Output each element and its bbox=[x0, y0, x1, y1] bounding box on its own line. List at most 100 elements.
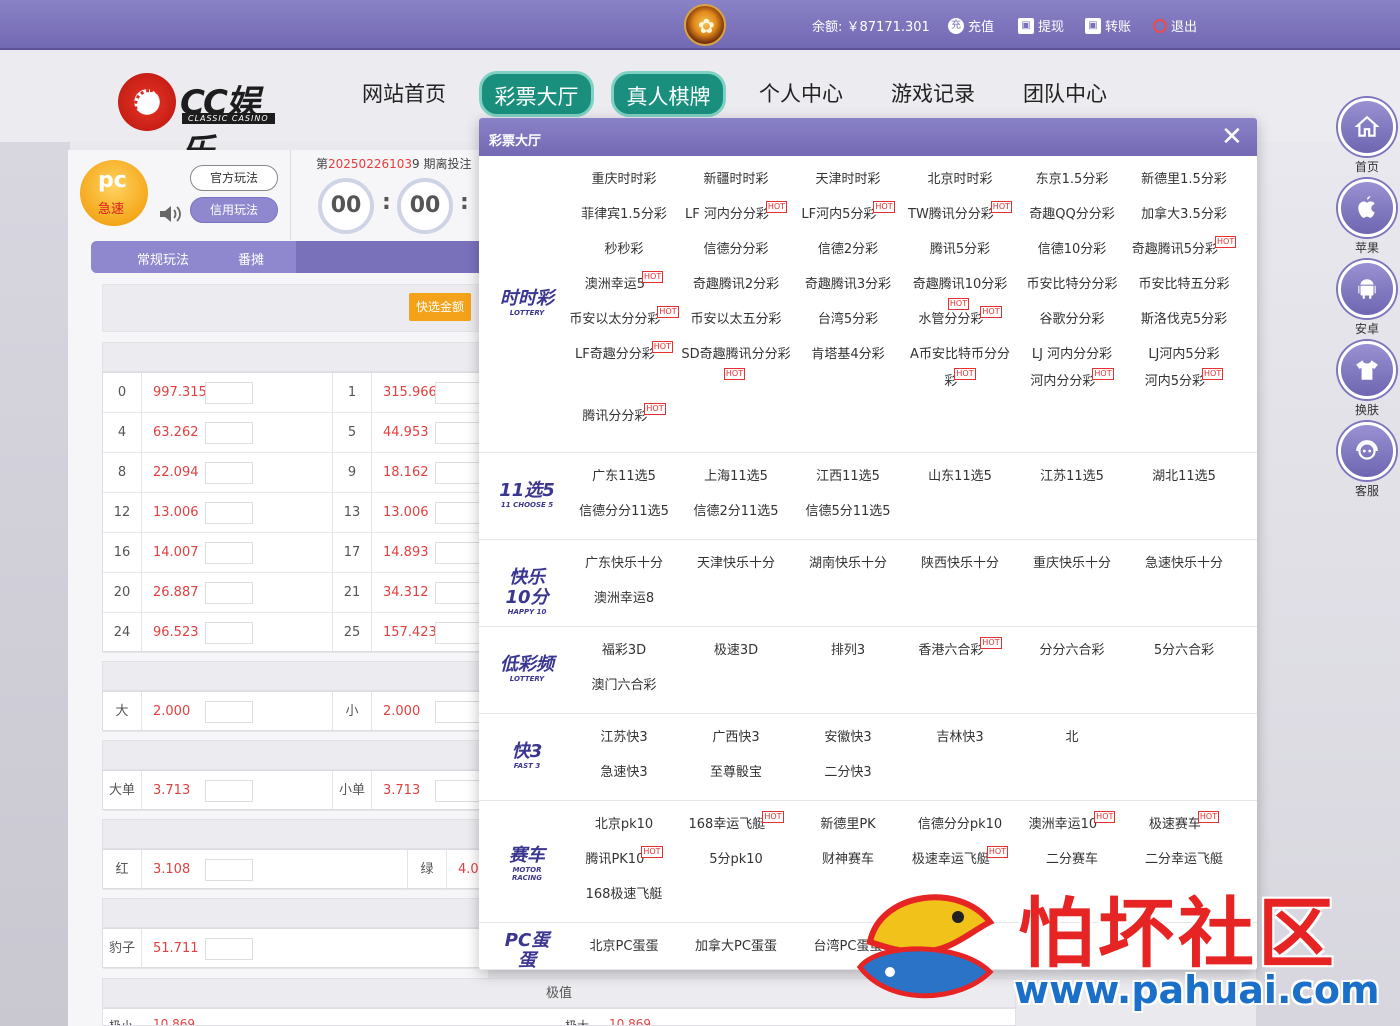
game-link[interactable]: 湖南快乐十分 bbox=[792, 550, 904, 577]
game-link[interactable]: 广东快乐十分 bbox=[568, 550, 680, 577]
recharge-link[interactable]: 充充值 bbox=[948, 16, 994, 35]
game-link[interactable]: 信德分分彩 bbox=[680, 236, 792, 263]
game-link[interactable]: 奇趣腾讯5分彩HOT bbox=[1128, 236, 1240, 263]
game-link[interactable]: 澳门六合彩 bbox=[568, 672, 680, 699]
nav-live[interactable]: 真人棋牌 bbox=[611, 71, 726, 117]
nav-profile[interactable]: 个人中心 bbox=[755, 71, 847, 117]
game-link[interactable]: 水管分分彩HOT bbox=[904, 306, 1016, 333]
game-link[interactable]: 东京1.5分彩 bbox=[1016, 166, 1128, 193]
bet-amount-input[interactable] bbox=[205, 542, 253, 564]
game-link[interactable]: 福彩3D bbox=[568, 637, 680, 664]
game-link[interactable]: 腾讯分分彩HOT bbox=[568, 403, 680, 430]
game-link[interactable]: 安徽快3 bbox=[792, 724, 904, 751]
official-mode-button[interactable]: 官方玩法 bbox=[190, 165, 278, 191]
game-link[interactable]: 加拿大3.5分彩 bbox=[1128, 201, 1240, 228]
speaker-icon[interactable] bbox=[158, 204, 182, 224]
bet-amount-input[interactable] bbox=[435, 701, 483, 723]
game-link[interactable]: 香港六合彩HOT bbox=[904, 637, 1016, 664]
game-link[interactable]: 重庆时时彩 bbox=[568, 166, 680, 193]
quick-amount-button[interactable]: 快选金额 bbox=[409, 293, 471, 321]
game-link[interactable]: 澳洲幸运10HOT bbox=[1016, 811, 1128, 838]
game-link[interactable]: 北京PC蛋蛋 bbox=[568, 933, 680, 960]
game-link[interactable]: 排列3 bbox=[792, 637, 904, 664]
game-link[interactable]: 重庆快乐十分 bbox=[1016, 550, 1128, 577]
game-link[interactable]: 币安比特分分彩 bbox=[1016, 271, 1128, 298]
bet-amount-input[interactable] bbox=[435, 582, 483, 604]
game-link[interactable]: 菲律宾1.5分彩 bbox=[568, 201, 680, 228]
game-link[interactable]: 奇趣QQ分分彩 bbox=[1016, 201, 1128, 228]
game-link[interactable]: 信德2分11选5 bbox=[680, 498, 792, 525]
nav-records[interactable]: 游戏记录 bbox=[887, 71, 979, 117]
game-link[interactable]: 币安比特五分彩 bbox=[1128, 271, 1240, 298]
game-link[interactable]: 新德里1.5分彩 bbox=[1128, 166, 1240, 193]
game-link[interactable]: 5分pk10 bbox=[680, 846, 792, 873]
bet-amount-input[interactable] bbox=[205, 622, 253, 644]
game-link[interactable]: 天津时时彩 bbox=[792, 166, 904, 193]
game-link[interactable]: 奇趣腾讯2分彩 bbox=[680, 271, 792, 298]
game-link[interactable]: 北京时时彩 bbox=[904, 166, 1016, 193]
bet-amount-input[interactable] bbox=[205, 382, 253, 404]
game-link[interactable]: 分分六合彩 bbox=[1016, 637, 1128, 664]
side-skin-button[interactable] bbox=[1338, 341, 1396, 399]
game-link[interactable]: 信德分分11选5 bbox=[568, 498, 680, 525]
game-link[interactable]: 二分快3 bbox=[792, 759, 904, 786]
game-link[interactable]: 江西11选5 bbox=[792, 463, 904, 490]
site-logo[interactable]: CC娱乐 CLASSIC CASINO bbox=[118, 73, 288, 172]
game-link[interactable]: 江苏快3 bbox=[568, 724, 680, 751]
game-link[interactable]: 北京pk10 bbox=[568, 811, 680, 838]
bet-amount-input[interactable] bbox=[205, 938, 253, 960]
bet-amount-input[interactable] bbox=[205, 422, 253, 444]
tab-fantan[interactable]: 番摊 bbox=[238, 249, 264, 268]
bet-amount-input[interactable] bbox=[435, 422, 483, 444]
game-link[interactable]: LJ河内5分彩 bbox=[1128, 341, 1240, 368]
game-link[interactable]: 陕西快乐十分 bbox=[904, 550, 1016, 577]
game-link[interactable]: LJ 河内分分彩 bbox=[1016, 341, 1128, 368]
game-link[interactable]: 急速快乐十分 bbox=[1128, 550, 1240, 577]
game-link[interactable]: 币安以太五分彩 bbox=[680, 306, 792, 333]
game-link[interactable]: 极速赛车HOT bbox=[1128, 811, 1240, 838]
tab-regular[interactable]: 常规玩法 bbox=[137, 249, 189, 268]
game-link[interactable]: 至尊骰宝 bbox=[680, 759, 792, 786]
bet-amount-input[interactable] bbox=[435, 382, 483, 404]
credit-mode-button[interactable]: 信用玩法 bbox=[190, 197, 278, 223]
game-link[interactable]: 秒秒彩 bbox=[568, 236, 680, 263]
game-link[interactable]: 北 bbox=[1016, 724, 1128, 751]
game-link[interactable]: 广东11选5 bbox=[568, 463, 680, 490]
game-link[interactable]: 澳洲幸运8 bbox=[568, 585, 680, 612]
bet-amount-input[interactable] bbox=[205, 502, 253, 524]
logout-link[interactable]: 退出 bbox=[1153, 16, 1197, 35]
bet-amount-input[interactable] bbox=[435, 622, 483, 644]
game-link[interactable]: 澳洲幸运5HOT bbox=[568, 271, 680, 298]
game-link[interactable]: 加拿大PC蛋蛋 bbox=[680, 933, 792, 960]
bet-amount-input[interactable] bbox=[435, 462, 483, 484]
bet-amount-input[interactable] bbox=[205, 859, 253, 881]
game-link[interactable]: 天津快乐十分 bbox=[680, 550, 792, 577]
game-link[interactable]: 肯塔基4分彩 bbox=[792, 341, 904, 368]
game-link[interactable]: 河内5分彩HOT bbox=[1128, 368, 1240, 395]
side-home-button[interactable] bbox=[1338, 98, 1396, 156]
bet-amount-input[interactable] bbox=[205, 701, 253, 723]
game-link[interactable]: A币安比特币分分彩HOT bbox=[904, 341, 1016, 395]
game-link[interactable]: 斯洛伐克5分彩 bbox=[1128, 306, 1240, 333]
game-link[interactable]: 168幸运飞艇HOT bbox=[680, 811, 792, 838]
game-link[interactable]: 币安以太分分彩HOT bbox=[568, 306, 680, 333]
transfer-link[interactable]: ▣ 转账 bbox=[1085, 16, 1131, 35]
bet-amount-input[interactable] bbox=[205, 780, 253, 802]
game-link[interactable]: 新疆时时彩 bbox=[680, 166, 792, 193]
game-link[interactable]: 5分六合彩 bbox=[1128, 637, 1240, 664]
game-link[interactable]: 信德5分11选5 bbox=[792, 498, 904, 525]
game-link[interactable]: 广西快3 bbox=[680, 724, 792, 751]
bet-amount-input[interactable] bbox=[205, 462, 253, 484]
game-link[interactable]: 台湾5分彩 bbox=[792, 306, 904, 333]
close-icon[interactable]: ✕ bbox=[1221, 122, 1243, 152]
game-link[interactable]: LF 河内分分彩HOT bbox=[680, 201, 792, 228]
bet-amount-input[interactable] bbox=[435, 502, 483, 524]
game-link[interactable]: 新德里PK bbox=[792, 811, 904, 838]
game-link[interactable]: 江苏11选5 bbox=[1016, 463, 1128, 490]
game-link[interactable]: 二分赛车 bbox=[1016, 846, 1128, 873]
bet-amount-input[interactable] bbox=[435, 542, 483, 564]
nav-home[interactable]: 网站首页 bbox=[358, 71, 450, 117]
side-service-button[interactable] bbox=[1338, 422, 1396, 480]
game-link[interactable]: 急速快3 bbox=[568, 759, 680, 786]
game-link[interactable]: 极速幸运飞艇HOT bbox=[904, 846, 1016, 873]
